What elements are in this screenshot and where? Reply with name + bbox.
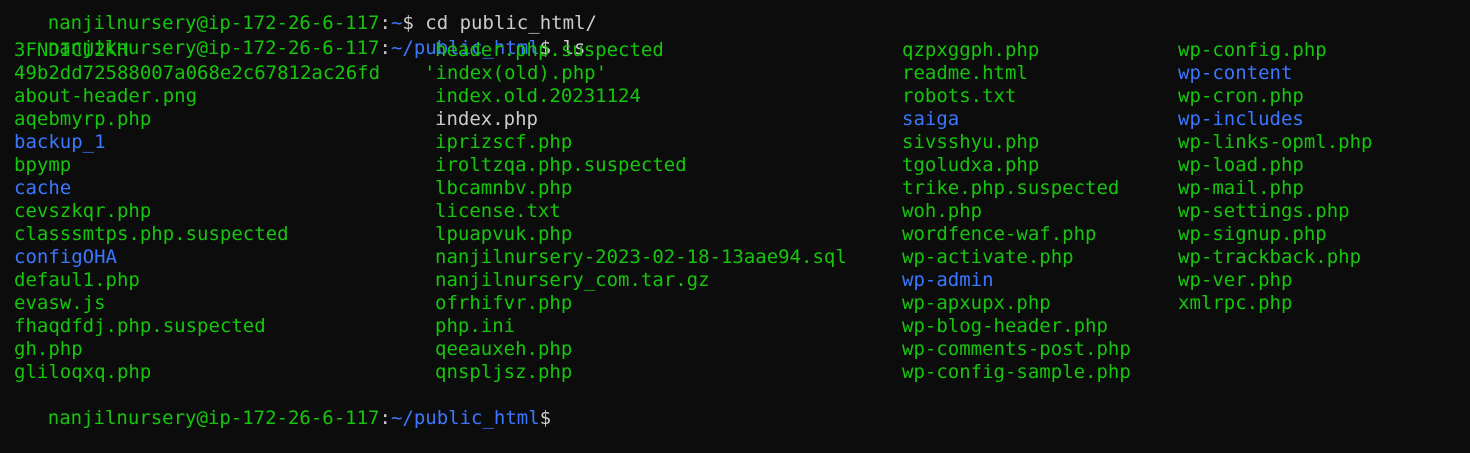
prompt-userhost: nanjilnursery@ip-172-26-6-117 bbox=[47, 407, 380, 429]
prompt-separator: : bbox=[379, 37, 391, 59]
file-entry: iprizscf.php bbox=[435, 131, 573, 153]
prompt-separator: : bbox=[379, 407, 391, 429]
file-entry: ofrhifvr.php bbox=[435, 292, 573, 314]
file-entry: iroltzqa.php.suspected bbox=[435, 154, 687, 176]
file-entry: 49b2dd72588007a068e2c67812ac26fd bbox=[14, 62, 381, 84]
file-entry: header.php.suspected bbox=[435, 39, 664, 61]
file-entry: qzpxggph.php bbox=[902, 39, 1040, 61]
file-entry: lpuapvuk.php bbox=[435, 223, 573, 245]
file-entry: wp-comments-post.php bbox=[902, 338, 1131, 360]
file-entry: wp-ver.php bbox=[1178, 269, 1293, 291]
prompt-line-current[interactable]: nanjilnursery@ip-172-26-6-117:~/public_h… bbox=[2, 384, 551, 429]
directory-entry: wp-content bbox=[1178, 62, 1293, 84]
directory-entry: saiga bbox=[902, 108, 960, 130]
scrollbar[interactable] bbox=[1458, 0, 1470, 411]
file-entry: wp-activate.php bbox=[902, 246, 1074, 268]
file-entry: index.php bbox=[435, 108, 538, 130]
prompt-path: ~/public_html bbox=[390, 407, 540, 429]
file-entry: woh.php bbox=[902, 200, 983, 222]
file-entry: nanjilnursery_com.tar.gz bbox=[435, 269, 710, 291]
file-entry: gh.php bbox=[14, 338, 83, 360]
file-entry: fhaqdfdj.php.suspected bbox=[14, 315, 266, 337]
file-entry: wp-settings.php bbox=[1178, 200, 1350, 222]
file-entry: wp-blog-header.php bbox=[902, 315, 1108, 337]
file-entry: wp-cron.php bbox=[1178, 85, 1304, 107]
file-entry: sivsshyu.php bbox=[902, 131, 1040, 153]
file-entry: evasw.js bbox=[14, 292, 106, 314]
directory-entry: configOHA bbox=[14, 246, 117, 268]
file-entry: wp-links-opml.php bbox=[1178, 131, 1373, 153]
file-entry: aqebmyrp.php bbox=[14, 108, 152, 130]
file-entry: tgoludxa.php bbox=[902, 154, 1040, 176]
file-entry: wp-config.php bbox=[1178, 39, 1327, 61]
prompt-symbol: $ bbox=[539, 407, 552, 429]
file-entry: wordfence-waf.php bbox=[902, 223, 1097, 245]
file-entry: php.ini bbox=[435, 315, 516, 337]
file-entry: defaul1.php bbox=[14, 269, 140, 291]
file-entry: cevszkqr.php bbox=[14, 200, 152, 222]
file-entry: 3FNDICU2KH bbox=[14, 39, 129, 61]
file-entry: classsmtps.php.suspected bbox=[14, 223, 289, 245]
file-entry: wp-trackback.php bbox=[1178, 246, 1362, 268]
file-entry: 'index(old).php' bbox=[424, 62, 608, 84]
file-entry: qeeauxeh.php bbox=[435, 338, 573, 360]
file-entry: license.txt bbox=[435, 200, 561, 222]
file-entry: about-header.png bbox=[14, 85, 198, 107]
directory-entry: wp-admin bbox=[902, 269, 994, 291]
file-entry: bpymp bbox=[14, 154, 72, 176]
file-entry: lbcamnbv.php bbox=[435, 177, 573, 199]
file-entry: robots.txt bbox=[902, 85, 1017, 107]
file-entry: trike.php.suspected bbox=[902, 177, 1120, 199]
file-entry: nanjilnursery-2023-02-18-13aae94.sql bbox=[435, 246, 847, 268]
directory-entry: cache bbox=[14, 177, 72, 199]
file-entry: gliloqxq.php bbox=[14, 361, 152, 383]
file-entry: qnspljsz.php bbox=[435, 361, 573, 383]
file-entry: wp-apxupx.php bbox=[902, 292, 1051, 314]
file-entry: wp-mail.php bbox=[1178, 177, 1304, 199]
file-entry: wp-config-sample.php bbox=[902, 361, 1131, 383]
file-entry: wp-signup.php bbox=[1178, 223, 1327, 245]
prompt-line-cd: nanjilnursery@ip-172-26-6-117:~$ cd publ… bbox=[2, 0, 597, 34]
directory-entry: wp-includes bbox=[1178, 108, 1304, 130]
file-entry: xmlrpc.php bbox=[1178, 292, 1293, 314]
directory-entry: backup_1 bbox=[14, 131, 106, 153]
file-entry: readme.html bbox=[902, 62, 1028, 84]
terminal-window[interactable]: nanjilnursery@ip-172-26-6-117:~$ cd publ… bbox=[0, 0, 1470, 429]
prompt-line-ls: nanjilnursery@ip-172-26-6-117:~/public_h… bbox=[2, 14, 586, 59]
file-entry: index.old.20231124 bbox=[435, 85, 641, 107]
file-entry: wp-load.php bbox=[1178, 154, 1304, 176]
